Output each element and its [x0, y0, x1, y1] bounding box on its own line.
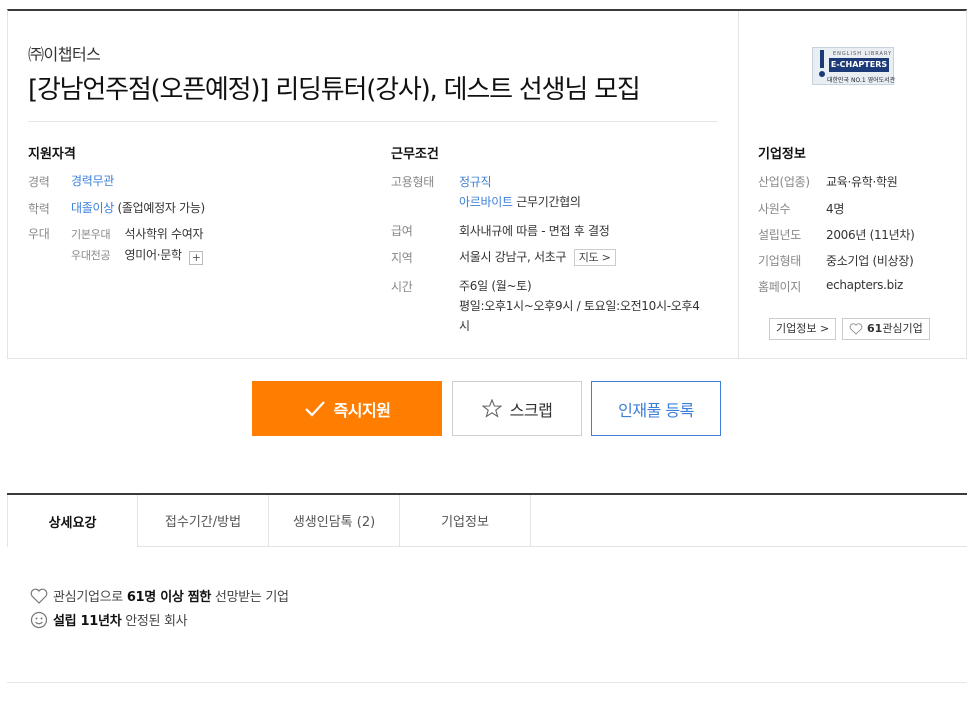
education-row: 대졸이상 (졸업예정자 가능) — [71, 199, 205, 216]
major-preference-label: 우대전공 — [71, 249, 111, 262]
employment-value-1: 정규직 — [459, 175, 492, 189]
heart-icon — [30, 588, 48, 604]
region-label: 지역 — [391, 251, 413, 265]
employment-note: 근무기간협의 — [516, 195, 581, 209]
employment-label: 고용형태 — [391, 175, 434, 189]
heart-icon — [849, 323, 863, 335]
feature-interest-post: 선망받는 기업 — [214, 590, 289, 605]
salary-label: 급여 — [391, 224, 413, 238]
smile-icon — [30, 611, 48, 628]
employees-value: 4명 — [826, 202, 845, 216]
apply-now-button[interactable]: 즉시지원 — [252, 381, 442, 436]
industry-label: 산업(업종) — [758, 175, 810, 189]
section-divider — [7, 682, 967, 683]
divider — [28, 121, 718, 122]
company-logo[interactable]: ENGLISH LIBRARY E-CHAPTERS 대한민국 NO.1 영어도… — [812, 47, 896, 85]
basic-preference-label: 기본우대 — [71, 228, 111, 241]
tab-interview-talk[interactable]: 생생인담톡 (2) — [269, 495, 400, 547]
logo-tagline: 대한민국 NO.1 영어도서관 — [827, 77, 896, 84]
time-value-3: 시 — [459, 319, 470, 333]
company-type-value: 중소기업 (비상장) — [826, 254, 914, 268]
job-title: [강남언주점(오픈예정)] 리딩튜터(강사), 데스트 선생님 모집 — [28, 75, 641, 105]
scrap-button[interactable]: 스크랩 — [452, 381, 582, 436]
time-value-2: 평일:오후1시~오후9시 / 토요일:오전10시-오후4 — [459, 299, 700, 313]
founded-label: 설립년도 — [758, 228, 801, 242]
interest-label: 관심기업 — [882, 322, 923, 335]
industry-value: 교육·유학·학원 — [826, 175, 898, 189]
feature-interest: 관심기업으로 61명 이상 찜한 선망받는 기업 — [30, 586, 289, 605]
tab-detail[interactable]: 상세요강 — [7, 495, 138, 547]
company-info-panel: ENGLISH LIBRARY E-CHAPTERS 대한민국 NO.1 영어도… — [738, 11, 966, 359]
map-button[interactable]: 지도 > — [573, 249, 616, 266]
employment-row-2: 아르바이트 근무기간협의 — [459, 193, 581, 210]
basic-preference-row: 기본우대 석사학위 수여자 — [71, 225, 204, 242]
region-value: 서울시 강남구, 서초구 — [459, 250, 567, 264]
interest-company-button[interactable]: 61 관심기업 — [842, 318, 930, 340]
job-summary-main: ㈜이챕터스 [강남언주점(오픈예정)] 리딩튜터(강사), 데스트 선생님 모집… — [8, 11, 738, 359]
interest-count: 61 — [867, 322, 883, 335]
time-label: 시간 — [391, 280, 413, 294]
feature-stability-post: 안정된 회사 — [125, 614, 188, 629]
salary-value: 회사내규에 따름 - 면접 후 결정 — [459, 224, 610, 238]
employment-value-2: 아르바이트 — [459, 195, 513, 209]
tabs-bottom-border — [531, 546, 967, 547]
feature-stability-bold: 설립 11년차 — [53, 614, 122, 629]
expand-plus-button[interactable]: + — [189, 251, 204, 265]
apply-now-label: 즉시지원 — [333, 400, 391, 420]
company-name[interactable]: ㈜이챕터스 — [28, 41, 101, 65]
homepage-value[interactable]: echapters.biz — [826, 278, 903, 292]
education-note: (졸업예정자 가능) — [117, 201, 205, 215]
company-info-heading: 기업정보 — [758, 147, 806, 162]
job-summary-card: ㈜이챕터스 [강남언주점(오픈예정)] 리딩튜터(강사), 데스트 선생님 모집… — [7, 9, 967, 359]
region-row: 서울시 강남구, 서초구 지도 > — [459, 248, 616, 266]
talent-pool-button[interactable]: 인재풀 등록 — [591, 381, 721, 436]
employees-label: 사원수 — [758, 202, 791, 216]
company-type-label: 기업형태 — [758, 254, 801, 268]
major-preference-row: 우대전공 영미어·문학 + — [71, 246, 204, 265]
logo-small-text: ENGLISH LIBRARY — [833, 51, 893, 57]
education-value: 대졸이상 — [71, 201, 114, 215]
star-icon — [481, 399, 502, 418]
time-value-1: 주6일 (월~토) — [459, 279, 532, 293]
major-preference-value: 영미어·문학 — [124, 248, 183, 262]
feature-stability: 설립 11년차 안정된 회사 — [30, 610, 188, 629]
conditions-heading: 근무조건 — [391, 147, 439, 162]
homepage-label: 홈페이지 — [758, 280, 801, 294]
feature-interest-pre: 관심기업으로 — [53, 590, 123, 605]
tab-application-method[interactable]: 접수기간/방법 — [138, 495, 269, 547]
basic-preference-value: 석사학위 수여자 — [124, 227, 204, 241]
career-label: 경력 — [28, 175, 50, 189]
check-icon — [304, 400, 325, 417]
founded-value: 2006년 (11년차) — [826, 228, 915, 242]
education-label: 학력 — [28, 202, 50, 216]
company-info-button[interactable]: 기업정보 > — [769, 318, 837, 340]
exclamation-icon — [819, 50, 825, 77]
feature-interest-bold: 61명 이상 찜한 — [126, 590, 212, 605]
qualification-heading: 지원자격 — [28, 147, 76, 162]
preference-label: 우대 — [28, 227, 50, 241]
scrap-label: 스크랩 — [509, 400, 553, 420]
tab-company-info[interactable]: 기업정보 — [400, 495, 531, 547]
career-value: 경력무관 — [71, 174, 114, 188]
logo-brand-text: E-CHAPTERS — [829, 58, 889, 72]
